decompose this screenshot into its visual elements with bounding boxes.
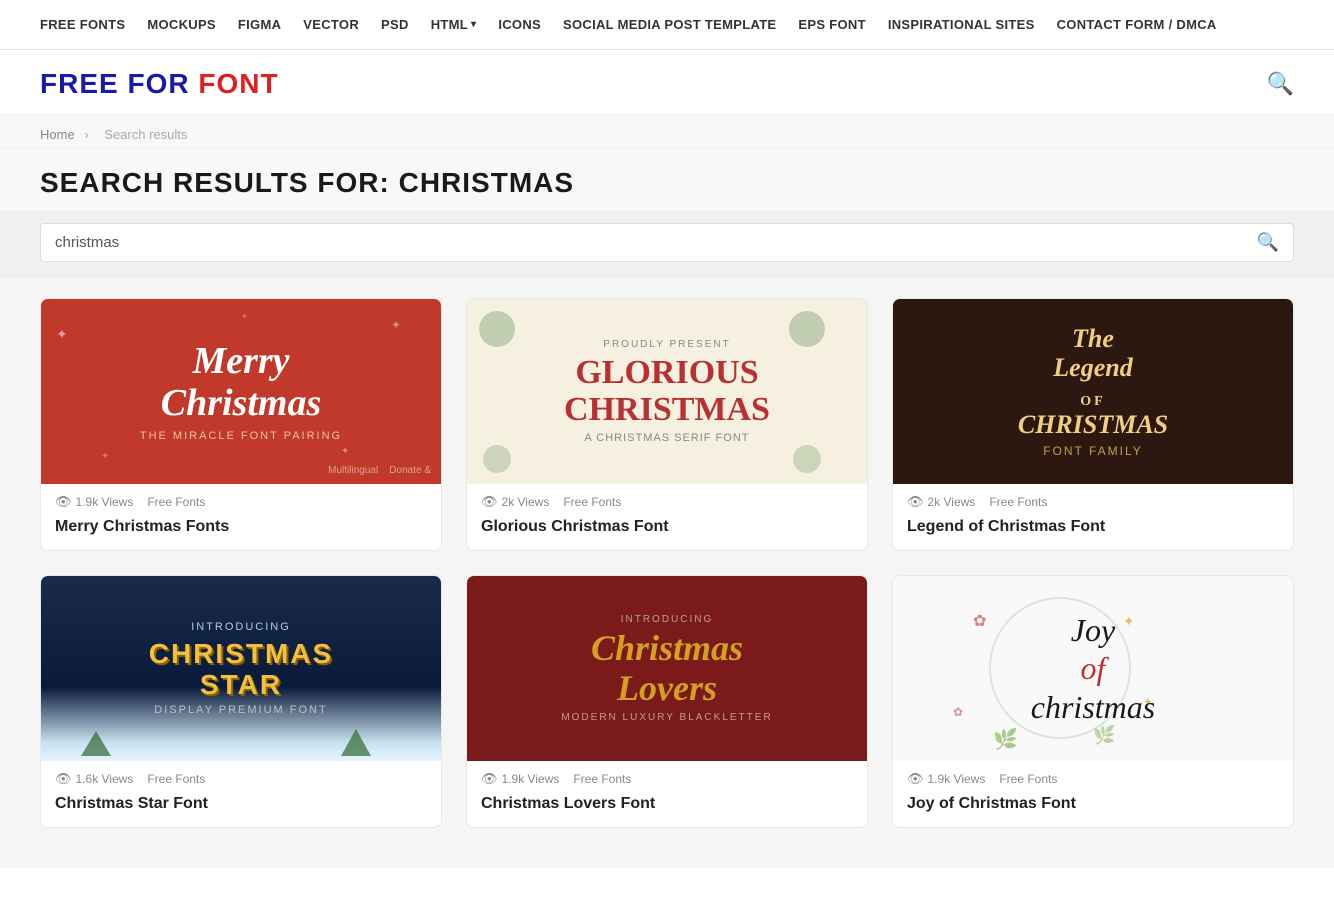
- font-card-title: Christmas Star Font: [41, 791, 441, 827]
- svg-text:🌿: 🌿: [993, 727, 1018, 751]
- font-card-title: Christmas Lovers Font: [467, 791, 867, 827]
- font-card-christmas-lovers[interactable]: INTRODUCING ChristmasLovers MODERN LUXUR…: [466, 575, 868, 828]
- font-card-meta: 👁 1.9k Views Free Fonts: [893, 761, 1293, 791]
- font-preview-lovers: INTRODUCING ChristmasLovers MODERN LUXUR…: [467, 576, 867, 761]
- font-card-meta: 👁 1.9k Views Free Fonts: [467, 761, 867, 791]
- badge-free-fonts: Free Fonts: [147, 495, 205, 509]
- breadcrumb-home[interactable]: Home: [40, 127, 75, 142]
- eye-icon: 👁: [481, 771, 498, 787]
- eye-icon: 👁: [55, 771, 72, 787]
- font-card-title: Merry Christmas Fonts: [41, 514, 441, 550]
- font-preview-legend: TheLegendOFCHRISTMAS FONT FAMILY: [893, 299, 1293, 484]
- font-grid: ✦ ✦ ✦ ✦ ✦ MerryChristmas THE MIRACLE FON…: [40, 298, 1294, 828]
- search-bar-wrap: 🔍: [40, 223, 1294, 262]
- font-card-title: Joy of Christmas Font: [893, 791, 1293, 827]
- preview-content: PROUDLY PRESENT GlORiOUSCHRiSTMAS A CHRI…: [564, 339, 770, 445]
- main-nav: FREE FONTS MOCKUPS FIGMA VECTOR PSD HTML…: [0, 0, 1334, 50]
- breadcrumb-separator: ›: [84, 127, 88, 142]
- svg-text:✦: ✦: [56, 326, 68, 342]
- font-preview-joy: ✿ ✦ ✿ ✦ 🌿 🌿 Joyofchristmas: [893, 576, 1293, 761]
- search-icon[interactable]: 🔍: [1257, 232, 1279, 253]
- svg-text:✦: ✦: [391, 318, 401, 332]
- svg-text:✦: ✦: [241, 312, 248, 321]
- search-icon[interactable]: 🔍: [1267, 71, 1294, 97]
- views-count: 👁 1.9k Views: [481, 771, 559, 787]
- site-header: FREE FOR FONT 🔍: [0, 50, 1334, 115]
- badge-free-fonts: Free Fonts: [147, 772, 205, 786]
- preview-tag: Multilingual Donate &: [328, 465, 431, 476]
- nav-figma[interactable]: FIGMA: [238, 17, 281, 32]
- nav-psd[interactable]: PSD: [381, 17, 409, 32]
- nav-contact[interactable]: CONTACT FORM / DMCA: [1057, 17, 1217, 32]
- font-card-meta: 👁 1.9k Views Free Fonts: [41, 484, 441, 514]
- svg-text:✦: ✦: [101, 451, 109, 462]
- font-card-joy-christmas[interactable]: ✿ ✦ ✿ ✦ 🌿 🌿 Joyofchristmas 👁 1.9k Views …: [892, 575, 1294, 828]
- svg-text:✿: ✿: [953, 705, 963, 719]
- views-count: 👁 1.9k Views: [907, 771, 985, 787]
- eye-icon: 👁: [55, 494, 72, 510]
- svg-text:✿: ✿: [973, 613, 986, 630]
- page-title-section: SEARCH RESULTS FOR: CHRISTMAS: [0, 149, 1334, 211]
- views-count: 👁 2k Views: [481, 494, 549, 510]
- svg-text:✦: ✦: [341, 446, 349, 457]
- badge-free-fonts: Free Fonts: [989, 495, 1047, 509]
- font-card-meta: 👁 2k Views Free Fonts: [467, 484, 867, 514]
- eye-icon: 👁: [907, 494, 924, 510]
- chevron-down-icon: ▾: [471, 19, 476, 30]
- preview-text-sub: THE MIRACLE FONT PAIRING: [140, 430, 342, 442]
- nav-eps[interactable]: EPS FONT: [798, 17, 865, 32]
- font-card-title: Glorious Christmas Font: [467, 514, 867, 550]
- font-card-meta: 👁 2k Views Free Fonts: [893, 484, 1293, 514]
- search-input[interactable]: [55, 234, 1257, 251]
- site-logo[interactable]: FREE FOR FONT: [40, 68, 279, 100]
- badge-free-fonts: Free Fonts: [573, 772, 631, 786]
- views-count: 👁 1.9k Views: [55, 494, 133, 510]
- badge-free-fonts: Free Fonts: [999, 772, 1057, 786]
- nav-html[interactable]: HTML ▾: [431, 17, 477, 32]
- breadcrumb: Home › Search results: [0, 115, 1334, 149]
- font-card-title: Legend of Christmas Font: [893, 514, 1293, 550]
- font-card-legend-christmas[interactable]: TheLegendOFCHRISTMAS FONT FAMILY 👁 2k Vi…: [892, 298, 1294, 551]
- nav-social[interactable]: SOCIAL MEDIA POST TEMPLATE: [563, 17, 776, 32]
- svg-text:🌿: 🌿: [1093, 724, 1115, 745]
- font-card-meta: 👁 1.6k Views Free Fonts: [41, 761, 441, 791]
- preview-text-large: MerryChristmas: [161, 341, 322, 425]
- search-bar-section: 🔍: [0, 211, 1334, 278]
- font-card-christmas-star[interactable]: INTRODUCING CHRISTMASSTAR DISPLAY PREMIU…: [40, 575, 442, 828]
- breadcrumb-current: Search results: [104, 127, 187, 142]
- main-content: ✦ ✦ ✦ ✦ ✦ MerryChristmas THE MIRACLE FON…: [0, 278, 1334, 868]
- font-card-glorious-christmas[interactable]: PROUDLY PRESENT GlORiOUSCHRiSTMAS A CHRI…: [466, 298, 868, 551]
- nav-mockups[interactable]: MOCKUPS: [147, 17, 216, 32]
- font-preview-star: INTRODUCING CHRISTMASSTAR DISPLAY PREMIU…: [41, 576, 441, 761]
- views-count: 👁 1.6k Views: [55, 771, 133, 787]
- nav-icons[interactable]: ICONS: [498, 17, 541, 32]
- nav-vector[interactable]: VECTOR: [303, 17, 359, 32]
- font-card-merry-christmas[interactable]: ✦ ✦ ✦ ✦ ✦ MerryChristmas THE MIRACLE FON…: [40, 298, 442, 551]
- font-preview-glorious: PROUDLY PRESENT GlORiOUSCHRiSTMAS A CHRI…: [467, 299, 867, 484]
- eye-icon: 👁: [907, 771, 924, 787]
- page-title: SEARCH RESULTS FOR: CHRISTMAS: [40, 167, 1294, 199]
- nav-free-fonts[interactable]: FREE FONTS: [40, 17, 125, 32]
- trees-svg: [41, 721, 441, 761]
- badge-free-fonts: Free Fonts: [563, 495, 621, 509]
- views-count: 👁 2k Views: [907, 494, 975, 510]
- eye-icon: 👁: [481, 494, 498, 510]
- font-preview-merry: ✦ ✦ ✦ ✦ ✦ MerryChristmas THE MIRACLE FON…: [41, 299, 441, 484]
- nav-inspirational[interactable]: INSPIRATIONAL SITES: [888, 17, 1035, 32]
